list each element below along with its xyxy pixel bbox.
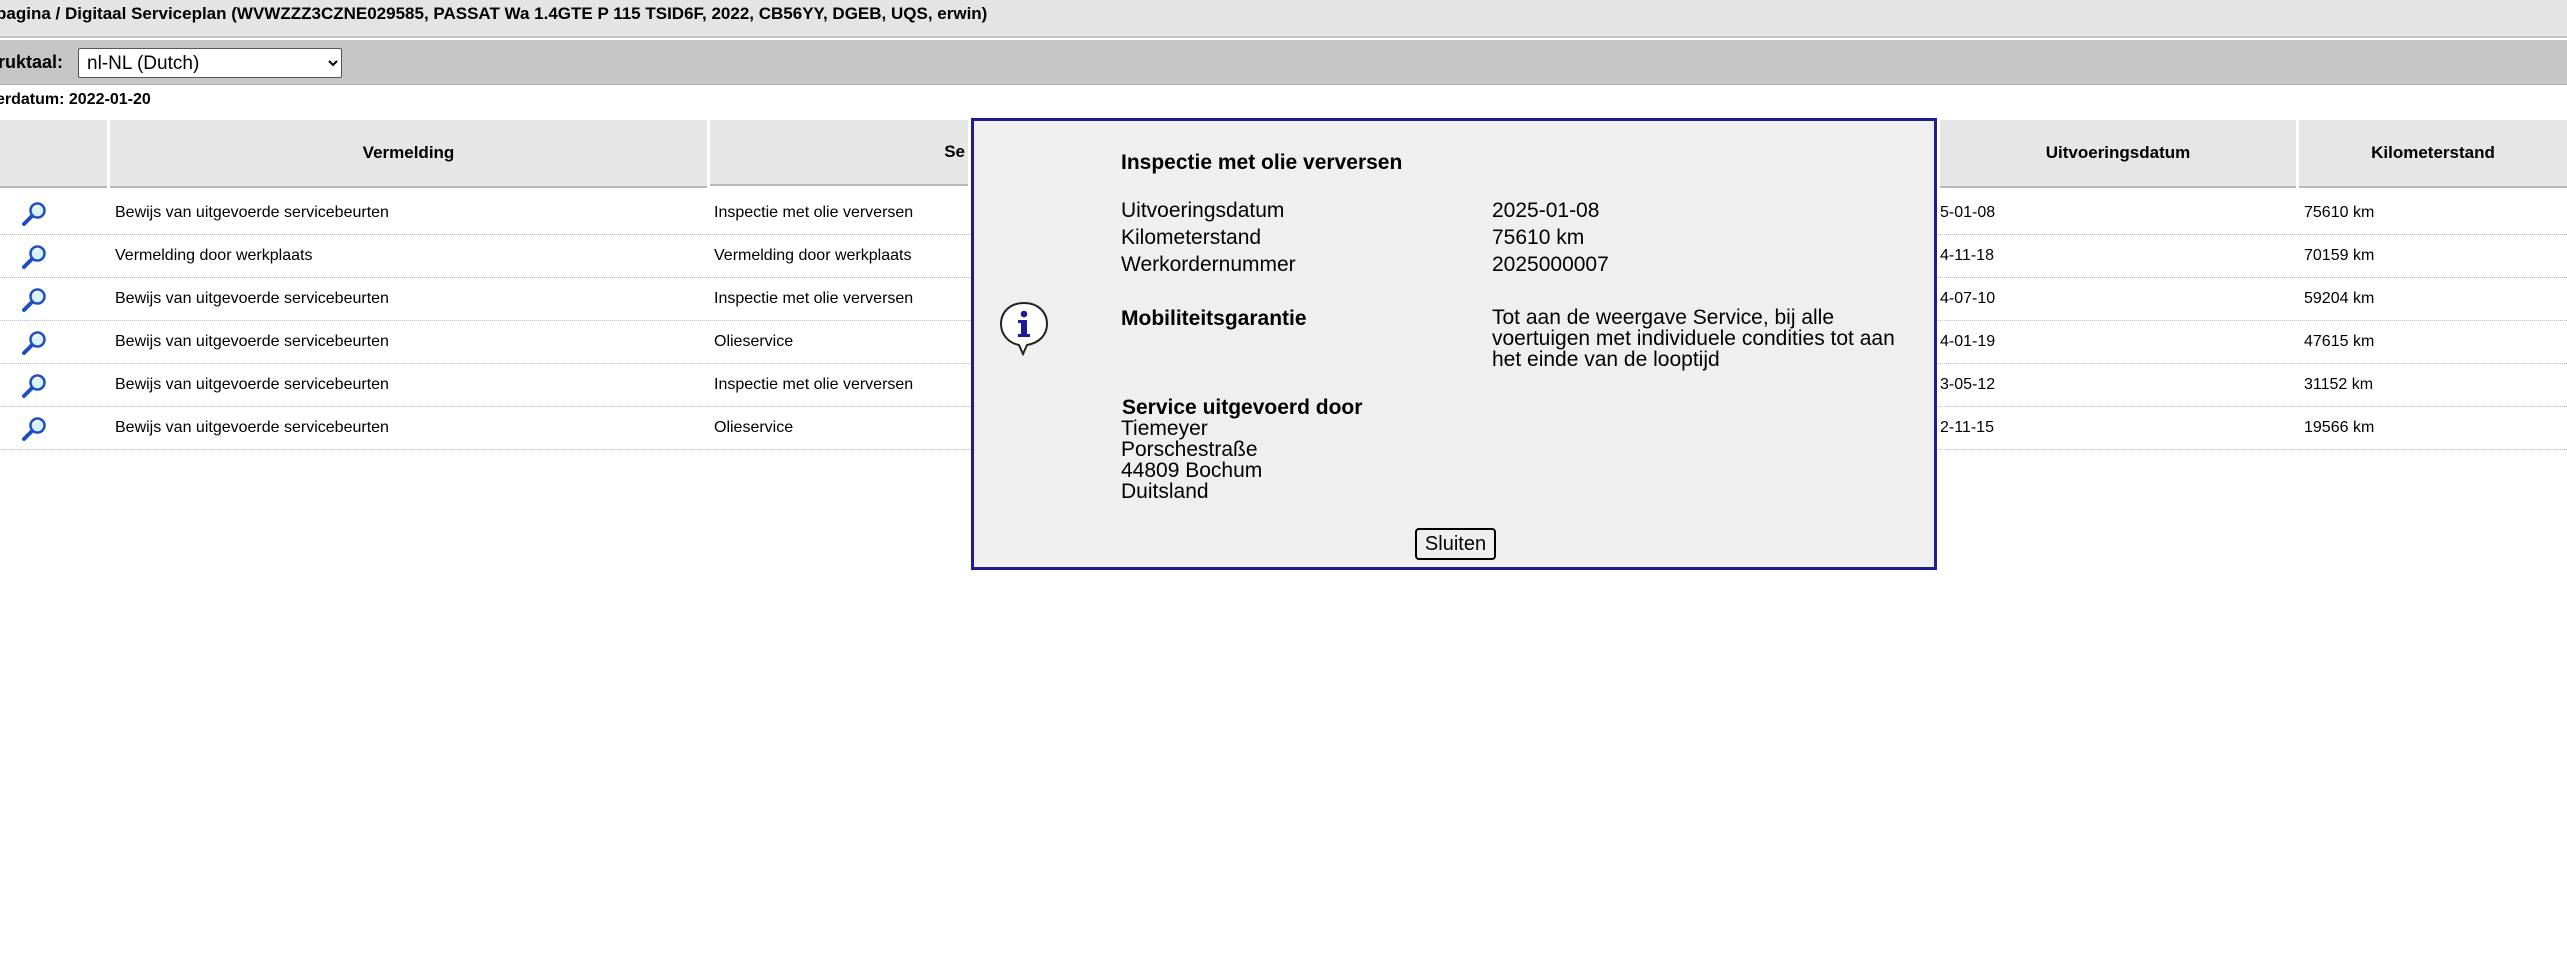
language-label: ruktaal: (0, 52, 64, 72)
cell-kilometerstand: 47615 km (2304, 333, 2375, 350)
mobility-value: Tot aan de weergave Service, bij alle vo… (1492, 306, 1895, 371)
header-uitvoeringsdatum: Uitvoeringsdatum (1940, 120, 2296, 188)
language-select[interactable]: nl-NL (Dutch) (78, 48, 342, 78)
breadcrumb: pagina / Digitaal Serviceplan (WVWZZZ3CZ… (0, 0, 2567, 38)
magnifier-icon[interactable] (20, 243, 48, 271)
field-label-werkordernummer: Werkordernummer (1121, 253, 1296, 276)
dialog-title: Inspectie met olie verversen (1121, 151, 1403, 174)
header-service: Se (710, 120, 968, 186)
cell-uitvoeringsdatum: 4-07-10 (1940, 290, 1996, 307)
cell-vermelding: Bewijs van uitgevoerde servicebeurten (115, 376, 389, 393)
header-vermelding: Vermelding (110, 120, 707, 188)
performed-by-line-4: Duitsland (1121, 480, 1209, 503)
close-button[interactable]: Sluiten (1415, 528, 1496, 560)
cell-uitvoeringsdatum: 5-01-08 (1940, 204, 1996, 221)
cell-service: Inspectie met olie verversen (714, 204, 914, 221)
magnifier-icon[interactable] (20, 286, 48, 314)
cell-kilometerstand: 31152 km (2304, 376, 2374, 393)
header-kilometerstand: Kilometerstand (2299, 120, 2567, 188)
field-value-kilometerstand: 75610 km (1492, 226, 1585, 249)
magnifier-icon[interactable] (20, 329, 48, 357)
order-date: erdatum: 2022-01-20 (0, 91, 151, 108)
cell-service: Olieservice (714, 333, 794, 350)
field-label-uitvoeringsdatum: Uitvoeringsdatum (1121, 199, 1285, 222)
cell-kilometerstand: 70159 km (2304, 247, 2375, 264)
cell-vermelding: Bewijs van uitgevoerde servicebeurten (115, 419, 389, 436)
magnifier-icon[interactable] (20, 200, 48, 228)
magnifier-icon[interactable] (20, 415, 48, 443)
breadcrumb-text: pagina / Digitaal Serviceplan (WVWZZZ3CZ… (0, 4, 988, 23)
cell-service: Inspectie met olie verversen (714, 290, 914, 307)
cell-kilometerstand: 75610 km (2304, 204, 2375, 221)
cell-kilometerstand: 19566 km (2304, 419, 2375, 436)
magnifier-icon[interactable] (20, 372, 48, 400)
cell-service: Inspectie met olie verversen (714, 376, 914, 393)
cell-uitvoeringsdatum: 3-05-12 (1940, 376, 1996, 393)
cell-uitvoeringsdatum: 4-01-19 (1940, 333, 1996, 350)
service-detail-dialog: Inspectie met olie verversen Uitvoerings… (971, 118, 1937, 570)
cell-vermelding: Vermelding door werkplaats (115, 247, 313, 264)
cell-service: Vermelding door werkplaats (714, 247, 912, 264)
field-value-werkordernummer: 2025000007 (1492, 253, 1609, 276)
field-value-uitvoeringsdatum: 2025-01-08 (1492, 199, 1600, 222)
cell-vermelding: Bewijs van uitgevoerde servicebeurten (115, 204, 389, 221)
mobility-label: Mobiliteitsgarantie (1121, 307, 1307, 330)
info-icon (999, 301, 1049, 356)
field-label-kilometerstand: Kilometerstand (1121, 226, 1262, 249)
cell-vermelding: Bewijs van uitgevoerde servicebeurten (115, 290, 389, 307)
cell-uitvoeringsdatum: 4-11-18 (1940, 247, 1994, 264)
cell-uitvoeringsdatum: 2-11-15 (1940, 419, 1994, 436)
cell-service: Olieservice (714, 419, 794, 436)
cell-kilometerstand: 59204 km (2304, 290, 2375, 307)
cell-vermelding: Bewijs van uitgevoerde servicebeurten (115, 333, 389, 350)
header-empty (0, 120, 107, 188)
language-bar: ruktaal: nl-NL (Dutch) (0, 40, 2567, 85)
